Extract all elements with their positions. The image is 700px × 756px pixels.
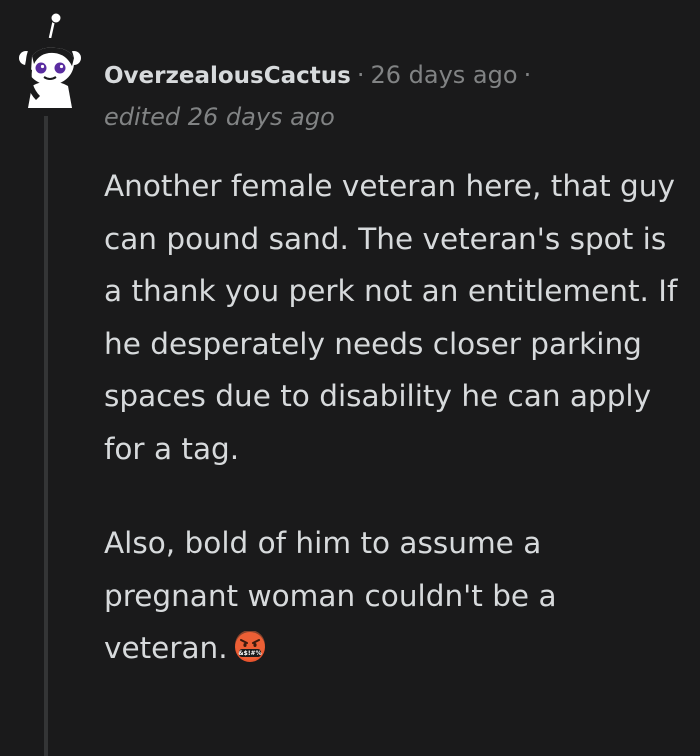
snoo-avatar-icon [19, 12, 81, 108]
comment: OverzealousCactus · 26 days ago · edited 26… [0, 0, 700, 756]
emoji-censor-label: &$!#% [238, 650, 261, 657]
comment-header: OverzealousCactus · 26 days ago · [104, 58, 537, 93]
comment-paragraph: Another female veteran here, that guy ca… [104, 169, 678, 466]
separator-dot: · [356, 61, 365, 89]
timestamp[interactable]: 26 days ago [370, 61, 517, 89]
angry-cursing-face-icon: &$!#% [234, 631, 265, 662]
comment-paragraph-last: Also, bold of him to assume a pregnant w… [104, 517, 684, 675]
comment-paragraph-text: Also, bold of him to assume a pregnant w… [104, 526, 557, 665]
thread-line[interactable] [44, 116, 48, 756]
username-link[interactable]: OverzealousCactus [104, 63, 351, 89]
separator-dot: · [523, 61, 532, 89]
comment-body: Another female veteran here, that guy ca… [104, 160, 684, 717]
avatar[interactable] [10, 8, 90, 108]
edited-label: edited 26 days ago [104, 103, 335, 131]
